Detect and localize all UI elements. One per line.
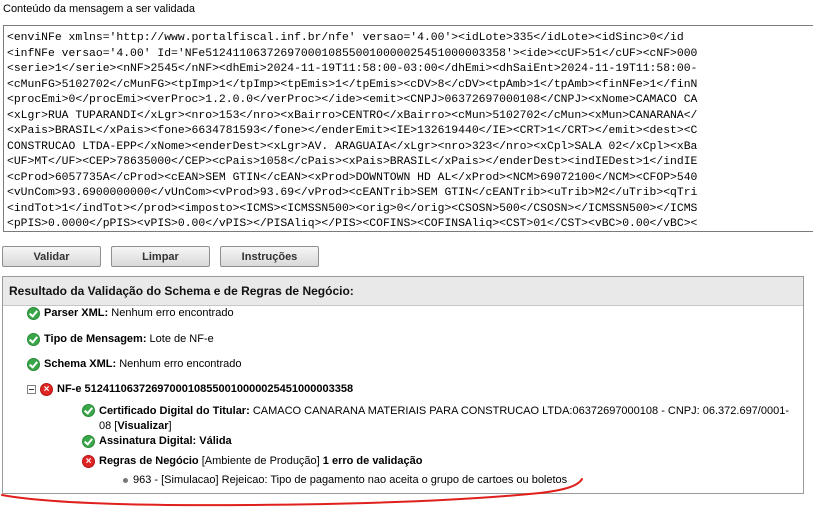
parser-value: Nenhum erro encontrado (111, 307, 234, 319)
xml-line: <infNFe versao='4.00' Id='NFe51241106372… (7, 47, 698, 60)
parser-label: Parser XML: (44, 307, 109, 319)
assinatura-label: Assinatura Digital: (99, 435, 197, 447)
validar-button[interactable]: Validar (2, 246, 101, 267)
xml-line: <enviNFe xmlns='http://www.portalfiscal.… (7, 32, 684, 44)
check-icon (27, 358, 40, 371)
cert-value: CAMACO CANARANA MATERIAIS PARA CONSTRUCA… (252, 405, 789, 417)
xml-line: <procEmi>0</procEmi><verProc>1.2.0.0</ve… (7, 94, 698, 106)
check-icon (82, 435, 95, 448)
cert-value-end: ] (168, 420, 172, 432)
xml-line: <UF>MT</UF><CEP>78635000</CEP><cPais>105… (7, 156, 698, 168)
regras-count: 1 erro de validação (322, 455, 423, 467)
schema-row: Schema XML: Nenhum erro encontrado (27, 358, 242, 371)
nfe-row: × NF-e 512411063726970001085500100000254… (27, 383, 353, 396)
check-icon (27, 307, 40, 320)
assinatura-row: Assinatura Digital: Válida (82, 435, 232, 448)
regras-env: [Ambiente de Produção] (201, 455, 320, 467)
assinatura-value: Válida (199, 435, 232, 447)
schema-label: Schema XML: (44, 358, 117, 370)
error-icon: × (82, 455, 95, 468)
parser-row: Parser XML: Nenhum erro encontrado (27, 307, 234, 320)
limpar-button[interactable]: Limpar (111, 246, 210, 267)
xml-content: <enviNFe xmlns='http://www.portalfiscal.… (7, 31, 698, 231)
schema-value: Nenhum erro encontrado (119, 358, 242, 370)
cert-value-cont: 08 [ (99, 420, 118, 432)
nfe-label: NF-e 51241106372697000108550010000025451… (57, 383, 354, 395)
validation-result-panel: Resultado da Validação do Schema e de Re… (2, 276, 804, 494)
xml-line: <vUnCom>93.6900000000</vUnCom><vProd>93.… (7, 187, 698, 199)
regras-label: Regras de Negócio (99, 455, 199, 467)
xml-line: <xLgr>RUA TUPARANDI</xLgr><nro>153</nro>… (7, 109, 698, 122)
collapse-toggle-icon[interactable] (27, 385, 36, 394)
tipo-value: Lote de NF-e (149, 333, 214, 345)
check-icon (27, 333, 40, 346)
check-icon (82, 404, 95, 417)
xml-line: <pPIS>0.0000</pPIS><vPIS>0.00</vPIS></PI… (7, 218, 698, 230)
cert-row: Certificado Digital do Titular: CAMACO C… (82, 404, 797, 434)
xml-line: <indTot>1</indTot></prod><imposto><ICMS>… (7, 202, 698, 215)
visualizar-link[interactable]: Visualizar (117, 420, 168, 432)
xml-line: CONSTRUCAO LTDA-EPP</xNome><enderDest><x… (7, 140, 698, 153)
instrucoes-button[interactable]: Instruções (220, 246, 319, 267)
tipo-label: Tipo de Mensagem: (44, 333, 147, 345)
xml-message-textarea[interactable]: <enviNFe xmlns='http://www.portalfiscal.… (3, 25, 813, 232)
xml-line: <cProd>6057735A</cProd><cEAN>SEM GTIN</c… (7, 171, 698, 184)
error-item-text: 963 - [Simulacao] Rejeicao: Tipo de paga… (133, 474, 568, 486)
tipo-row: Tipo de Mensagem: Lote de NF-e (27, 333, 214, 346)
cert-label: Certificado Digital do Titular: (99, 405, 250, 417)
error-item: 963 - [Simulacao] Rejeicao: Tipo de paga… (123, 474, 567, 487)
bullet-icon (123, 478, 128, 483)
error-icon: × (40, 383, 53, 396)
xml-line: <serie>1</serie><nNF>2545</nNF><dhEmi>20… (7, 63, 698, 75)
regras-row: × Regras de Negócio [Ambiente de Produçã… (82, 455, 422, 468)
xml-line: <xPais>BRASIL</xPais><fone>6634781593</f… (7, 125, 698, 137)
xml-line: <cMunFG>5102702</cMunFG><tpImp>1</tpImp>… (7, 78, 698, 91)
result-title: Resultado da Validação do Schema e de Re… (3, 277, 803, 306)
message-caption: Conteúdo da mensagem a ser validada (3, 3, 196, 15)
